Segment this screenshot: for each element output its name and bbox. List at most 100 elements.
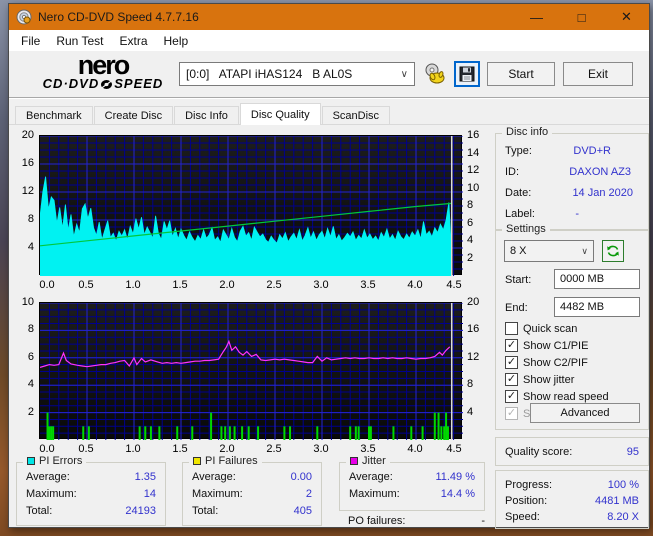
axis-tick-label: 10 (21, 296, 34, 308)
axis-tick-label: 2 (467, 251, 474, 264)
axis-tick-label: 3.0 (313, 443, 329, 455)
axis-tick-label: 6 (27, 350, 34, 363)
axis-tick-label: 10 (467, 181, 480, 194)
close-button[interactable]: ✕ (604, 4, 649, 30)
disc-info-title: Disc info (502, 126, 553, 138)
checkbox-icon: ✓ (505, 356, 518, 369)
stat-label: Total: (192, 505, 219, 517)
refresh-button[interactable] (602, 240, 624, 262)
menu-file[interactable]: File (13, 31, 48, 51)
axis-tick-label: 8 (467, 199, 474, 211)
menu-extra[interactable]: Extra (111, 31, 155, 51)
jitter-stats-title: Jitter (362, 455, 386, 467)
advanced-button[interactable]: Advanced (530, 403, 640, 423)
disc-icon (100, 79, 113, 89)
header-separator (9, 97, 649, 99)
checkbox-icon: ✓ (505, 339, 518, 352)
checkbox-label: Show C1/PIE (523, 339, 589, 352)
tab-create-disc[interactable]: Create Disc (93, 106, 174, 125)
eject-disc-button[interactable] (422, 61, 448, 87)
axis-tick-label: 8 (27, 323, 34, 336)
start-button[interactable]: Start (487, 62, 555, 86)
checkbox-show-c1-pie[interactable]: ✓ Show C1/PIE (505, 338, 642, 353)
quality-score-label: Quality score: (505, 446, 573, 458)
axis-tick-label: 0.0 (39, 279, 55, 291)
tab-benchmark[interactable]: Benchmark (15, 106, 93, 125)
refresh-icon (607, 245, 619, 257)
pi-errors-x-axis: 0.0 0.5 1.0 1.5 2.0 2.5 3.0 3.5 4.0 4.5 (39, 279, 462, 293)
axis-tick-label: 20 (21, 129, 34, 141)
position-value: 4481 MB (594, 495, 639, 507)
drive-select-value: [0:0] ATAPI iHAS124 B AL0S (186, 67, 353, 81)
tab-strip: Benchmark Create Disc Disc Info Disc Qua… (15, 103, 391, 125)
speed-value: 8.20 X (607, 511, 639, 523)
axis-tick-label: 4.0 (407, 279, 423, 291)
tab-disc-quality[interactable]: Disc Quality (239, 103, 321, 125)
progress-value: 100 % (607, 479, 639, 491)
disc-quality-page: 20 16 12 8 4 16 14 12 10 8 6 4 2 0.0 0.5 1.0 1.5 2.0 2.5… (9, 124, 649, 529)
nero-logo: nero CD·DVD SPEED (23, 52, 183, 91)
tab-scandisc[interactable]: ScanDisc (321, 106, 391, 125)
menu-help[interactable]: Help (156, 31, 197, 51)
axis-tick-label: 12 (467, 164, 480, 176)
checkbox-icon (505, 322, 518, 335)
jitter-chart: 10 8 6 4 2 20 16 12 8 4 0.0 0.5 1.0 1.5 2.0 2.5 3.0 3.5… (11, 296, 493, 457)
checkbox-icon: ✓ (505, 373, 518, 386)
menu-bar: File Run Test Extra Help (9, 30, 649, 51)
axis-tick-label: 20 (467, 296, 480, 308)
checkbox-icon: ✓ (505, 407, 518, 420)
axis-tick-label: 4 (27, 378, 34, 391)
pi-errors-stats-title: PI Errors (39, 455, 83, 467)
checkbox-show-c2-pif[interactable]: ✓ Show C2/PIF (505, 355, 642, 370)
stat-value: 14 (143, 488, 156, 500)
pi-errors-legend-swatch (27, 457, 35, 465)
pi-failures-stats-group: PI Failures Average: 0.00 Maximum: 2 Total… (182, 455, 322, 526)
po-failures-label: PO failures: (348, 515, 406, 527)
checkbox-show-jitter[interactable]: ✓ Show jitter (505, 372, 642, 387)
jitter-right-axis: 20 16 12 8 4 (465, 296, 491, 457)
stat-value: 11.49 % (435, 471, 475, 483)
jitter-left-axis: 10 8 6 4 2 (11, 296, 36, 457)
axis-tick-label: 6 (467, 216, 474, 229)
toolbar: nero CD·DVD SPEED [0:0] ATAPI iHAS124 B … (9, 51, 649, 97)
axis-tick-label: 4.5 (446, 443, 462, 455)
axis-tick-label: 0.5 (78, 443, 94, 455)
axis-tick-label: 1.0 (125, 279, 141, 291)
jitter-plot-area (39, 302, 463, 440)
axis-tick-label: 1.5 (172, 279, 188, 291)
axis-tick-label: 4 (467, 405, 474, 418)
pi-errors-plot-area (39, 135, 463, 276)
exit-button[interactable]: Exit (563, 62, 633, 86)
settings-group: Settings 8 X ∨ Start: 0000 MB End: 4482 … (495, 223, 649, 430)
start-position-input[interactable]: 0000 MB (554, 269, 640, 289)
quality-score-value: 95 (626, 446, 639, 458)
tab-disc-info[interactable]: Disc Info (174, 106, 239, 125)
chevron-down-icon: ∨ (581, 245, 588, 256)
disc-label-value: - (575, 208, 579, 220)
stat-value: 2 (305, 488, 312, 500)
scan-speed-value: 8 X (510, 245, 527, 257)
po-failures-value: - (481, 515, 485, 527)
end-position-label: End: (505, 302, 528, 314)
logo-speed-text: SPEED (114, 76, 164, 91)
save-button[interactable] (454, 61, 480, 87)
scan-speed-select[interactable]: 8 X ∨ (504, 240, 594, 262)
menu-run-test[interactable]: Run Test (48, 31, 111, 51)
minimize-button[interactable]: — (514, 4, 559, 30)
axis-tick-label: 4 (467, 234, 474, 246)
end-position-input[interactable]: 4482 MB (554, 297, 640, 317)
start-position-label: Start: (505, 274, 532, 286)
checkbox-show-read-speed[interactable]: ✓ Show read speed (505, 389, 642, 404)
drive-select[interactable]: [0:0] ATAPI iHAS124 B AL0S ∨ (179, 62, 415, 86)
stat-label: Maximum: (349, 488, 400, 500)
jitter-stats-group: Jitter Average: 11.49 % Maximum: 14.4 % (339, 455, 485, 511)
axis-tick-label: 2.0 (219, 443, 235, 455)
checkbox-quick-scan[interactable]: Quick scan (505, 321, 642, 336)
checkbox-label: Show C2/PIF (523, 356, 588, 369)
maximize-button[interactable]: □ (559, 4, 604, 30)
stat-value: 0.00 (290, 471, 312, 483)
stat-label: Maximum: (192, 488, 243, 500)
progress-label: Progress: (505, 479, 553, 491)
axis-tick-label: 4.0 (407, 443, 423, 455)
axis-tick-label: 4 (27, 241, 34, 253)
